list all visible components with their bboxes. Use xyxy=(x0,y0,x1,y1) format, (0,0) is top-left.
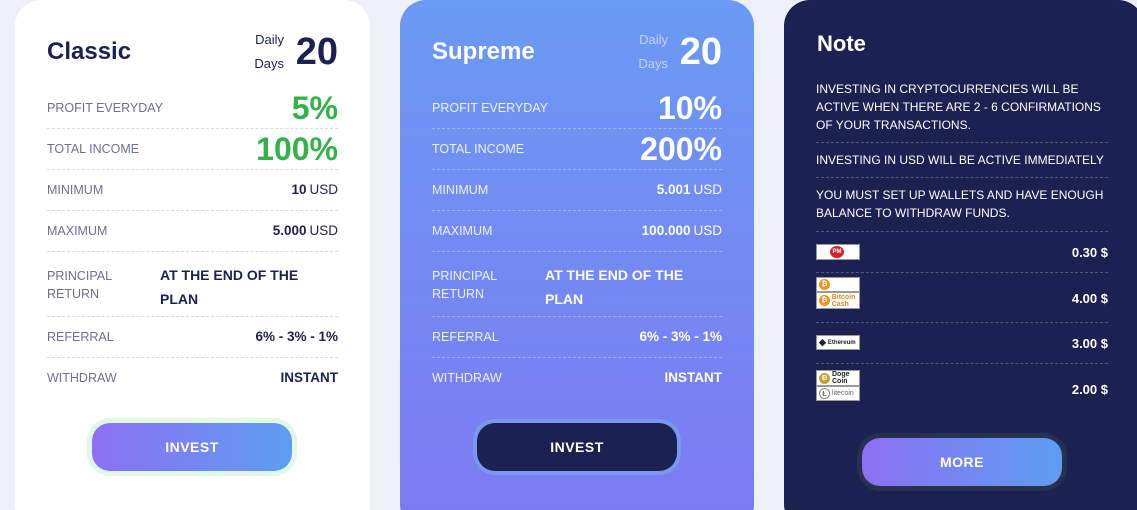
minimum-value: 10 USD xyxy=(291,182,338,197)
bitcoin-cash-wordmark: Bitcoin Cash xyxy=(831,293,856,308)
profit-label: PROFIT EVERYDAY xyxy=(432,101,549,115)
profit-row: PROFIT EVERYDAY 10% xyxy=(432,88,722,129)
days-count: 20 xyxy=(679,31,722,73)
note-paragraphs: INVESTING IN CRYPTOCURRENCIES WILL BE AC… xyxy=(816,80,1108,238)
plan-header: Classic Daily Days 20 xyxy=(47,28,338,78)
ethereum-logo: ◆ Ethereum xyxy=(816,335,860,350)
principal-row: PRINCIPAL RETURN AT THE END OF THE PLAN xyxy=(432,252,722,317)
fee-amount: 3.00 $ xyxy=(1071,336,1108,351)
income-row: TOTAL INCOME 200% xyxy=(432,129,722,170)
referral-label: REFERRAL xyxy=(47,330,114,344)
income-value: 100% xyxy=(256,131,338,167)
plan-card-supreme: Supreme Daily Days 20 PROFIT EVERYDAY 10… xyxy=(400,0,754,510)
note-paragraph: INVESTING IN USD WILL BE ACTIVE IMMEDIAT… xyxy=(816,151,1108,178)
invest-button[interactable]: INVEST xyxy=(477,423,677,471)
pm-icon: PM xyxy=(830,246,844,258)
maximum-value: 100.000 USD xyxy=(641,223,722,238)
litecoin-icon: Ł xyxy=(819,388,830,399)
fee-row-doge-litecoin: Ð Doge Coin Ł litecoin 2.00 $ xyxy=(816,364,1108,414)
minimum-label: MINIMUM xyxy=(432,183,489,197)
minimum-row: MINIMUM 5.001 USD xyxy=(432,170,722,211)
fee-list: PM 0.30 $ ₿ ₿ Bitcoin Cash 4.00 $ ◆ Ethe… xyxy=(816,231,1108,414)
referral-row: REFERRAL 6% - 3% - 1% xyxy=(47,317,338,358)
withdraw-label: WITHDRAW xyxy=(47,371,117,385)
days-label-daily: Daily xyxy=(255,32,284,47)
principal-row: PRINCIPAL RETURN AT THE END OF THE PLAN xyxy=(47,252,338,317)
minimum-label: MINIMUM xyxy=(47,183,104,197)
maximum-value: 5.000 USD xyxy=(272,223,338,238)
litecoin-wordmark: litecoin xyxy=(832,390,854,397)
withdraw-row: WITHDRAW INSTANT xyxy=(432,358,722,399)
fee-amount: 2.00 $ xyxy=(1071,382,1108,397)
withdraw-value: INSTANT xyxy=(664,370,723,385)
dogecoin-icon: Ð xyxy=(819,372,830,384)
withdraw-row: WITHDRAW INSTANT xyxy=(47,358,338,399)
referral-label: REFERRAL xyxy=(432,330,499,344)
income-row: TOTAL INCOME 100% xyxy=(47,129,338,170)
fee-row-ethereum: ◆ Ethereum 3.00 $ xyxy=(816,323,1108,364)
invest-button[interactable]: INVEST xyxy=(92,423,292,471)
fee-row-bitcoin: ₿ ₿ Bitcoin Cash 4.00 $ xyxy=(816,273,1108,323)
days-label-days: Days xyxy=(638,56,668,71)
maximum-row: MAXIMUM 100.000 USD xyxy=(432,211,722,252)
profit-value: 10% xyxy=(657,90,722,126)
perfect-money-logo: PM xyxy=(816,244,860,260)
fee-amount: 0.30 $ xyxy=(1071,245,1108,260)
ethereum-wordmark: Ethereum xyxy=(827,339,856,346)
more-button[interactable]: MORE xyxy=(862,438,1062,486)
plan-title: Supreme xyxy=(432,38,535,65)
profit-value: 5% xyxy=(291,90,338,126)
income-value: 200% xyxy=(640,131,722,167)
withdraw-value: INSTANT xyxy=(280,370,339,385)
maximum-label: MAXIMUM xyxy=(432,224,493,238)
bitcoin-cash-icon: ₿ xyxy=(819,295,830,306)
maximum-label: MAXIMUM xyxy=(47,224,108,238)
plan-details: PROFIT EVERYDAY 10% TOTAL INCOME 200% MI… xyxy=(432,88,722,399)
profit-row: PROFIT EVERYDAY 5% xyxy=(47,88,338,129)
maximum-row: MAXIMUM 5.000 USD xyxy=(47,211,338,252)
bitcoin-cash-logo: ₿ Bitcoin Cash xyxy=(816,292,860,309)
fee-row-perfect-money: PM 0.30 $ xyxy=(816,232,1108,273)
note-paragraph: INVESTING IN CRYPTOCURRENCIES WILL BE AC… xyxy=(816,80,1108,143)
plan-details: PROFIT EVERYDAY 5% TOTAL INCOME 100% MIN… xyxy=(47,88,338,399)
days-label-days: Days xyxy=(254,56,284,71)
days-label-daily: Daily xyxy=(639,32,668,47)
minimum-value: 5.001 USD xyxy=(656,182,722,197)
note-paragraph: YOU MUST SET UP WALLETS AND HAVE ENOUGH … xyxy=(816,188,1104,220)
withdraw-label: WITHDRAW xyxy=(432,371,502,385)
referral-value: 6% - 3% - 1% xyxy=(639,329,722,344)
income-label: TOTAL INCOME xyxy=(47,142,140,156)
litecoin-logo: Ł litecoin xyxy=(816,386,860,401)
referral-value: 6% - 3% - 1% xyxy=(255,329,338,344)
plan-title: Classic xyxy=(47,38,132,65)
days-count: 20 xyxy=(295,31,338,73)
profit-label: PROFIT EVERYDAY xyxy=(47,101,164,115)
fee-amount: 4.00 $ xyxy=(1071,291,1108,306)
note-title: Note xyxy=(817,31,866,56)
dogecoin-wordmark: Doge Coin xyxy=(832,371,850,385)
income-label: TOTAL INCOME xyxy=(432,142,525,156)
dogecoin-logo: Ð Doge Coin xyxy=(816,370,860,386)
principal-label: PRINCIPAL RETURN xyxy=(47,269,112,301)
principal-label: PRINCIPAL RETURN xyxy=(432,269,497,301)
plan-card-classic: Classic Daily Days 20 PROFIT EVERYDAY 5%… xyxy=(15,0,370,510)
bitcoin-logo: ₿ xyxy=(816,277,860,292)
referral-row: REFERRAL 6% - 3% - 1% xyxy=(432,317,722,358)
plan-header: Supreme Daily Days 20 xyxy=(432,28,722,78)
principal-value: AT THE END OF THE PLAN xyxy=(545,267,684,307)
principal-value: AT THE END OF THE PLAN xyxy=(160,267,299,307)
minimum-row: MINIMUM 10 USD xyxy=(47,170,338,211)
ethereum-icon: ◆ xyxy=(819,337,826,347)
bitcoin-icon: ₿ xyxy=(819,279,830,290)
note-card: Note INVESTING IN CRYPTOCURRENCIES WILL … xyxy=(784,0,1137,510)
